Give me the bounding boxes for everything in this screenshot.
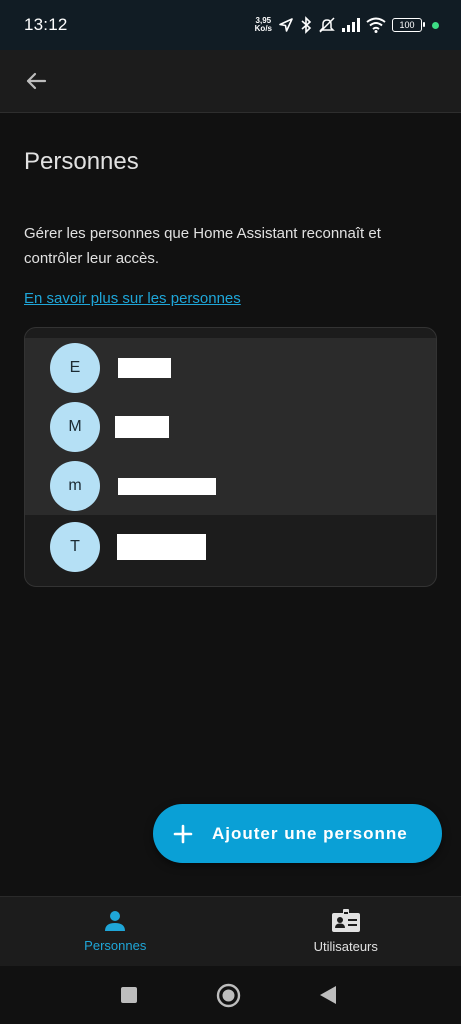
- arrow-left-icon: [26, 72, 47, 90]
- redacted-name: [115, 416, 169, 438]
- privacy-dot-icon: [432, 21, 439, 29]
- person-row[interactable]: E: [25, 338, 436, 398]
- nav-item-people[interactable]: Personnes: [0, 897, 231, 966]
- plus-icon: [173, 824, 193, 844]
- person-avatar: T: [50, 522, 100, 572]
- app-bar: [0, 50, 461, 113]
- account-icon: [105, 911, 126, 931]
- system-navigation-bar: [0, 966, 461, 1024]
- nav-item-users[interactable]: Utilisateurs: [231, 897, 461, 966]
- vibrate-off-icon: [318, 16, 336, 34]
- redacted-name: [117, 534, 206, 560]
- location-icon: [278, 17, 294, 33]
- badge-account-icon: [331, 909, 360, 932]
- home-circle-icon[interactable]: [216, 983, 241, 1013]
- person-avatar: M: [50, 402, 100, 452]
- recents-square-icon[interactable]: [120, 986, 138, 1009]
- page-title: Personnes: [24, 148, 139, 175]
- nav-label-users: Utilisateurs: [313, 939, 378, 954]
- status-icons: 3,95 Ko/s 100: [255, 16, 439, 34]
- learn-more-link[interactable]: En savoir plus sur les personnes: [24, 290, 241, 307]
- people-list-card: E M m T: [24, 327, 437, 587]
- person-avatar: E: [50, 343, 100, 393]
- redacted-name: [118, 477, 216, 495]
- add-person-label: Ajouter une personne: [212, 823, 408, 843]
- bluetooth-icon: [300, 16, 312, 34]
- bottom-navigation: Personnes Utilisateurs: [0, 896, 461, 966]
- status-bar: 13:12 3,95 Ko/s 100: [0, 0, 461, 50]
- add-person-button[interactable]: Ajouter une personne: [153, 804, 442, 863]
- page-description: Gérer les personnes que Home Assistant r…: [24, 225, 381, 267]
- back-button[interactable]: [20, 65, 52, 97]
- person-row[interactable]: T: [25, 517, 436, 577]
- signal-icon: [342, 18, 360, 32]
- wifi-icon: [366, 17, 386, 33]
- status-time: 13:12: [24, 15, 68, 34]
- redacted-name: [118, 358, 171, 378]
- person-row[interactable]: M: [25, 397, 436, 457]
- network-speed-unit: Ko/s: [254, 24, 272, 33]
- person-row[interactable]: m: [25, 456, 436, 516]
- person-avatar: m: [50, 461, 100, 511]
- nav-label-people: Personnes: [84, 938, 147, 953]
- network-speed: 3,95 Ko/s: [255, 17, 272, 33]
- back-triangle-icon[interactable]: [319, 985, 337, 1010]
- battery-indicator: 100: [392, 18, 425, 32]
